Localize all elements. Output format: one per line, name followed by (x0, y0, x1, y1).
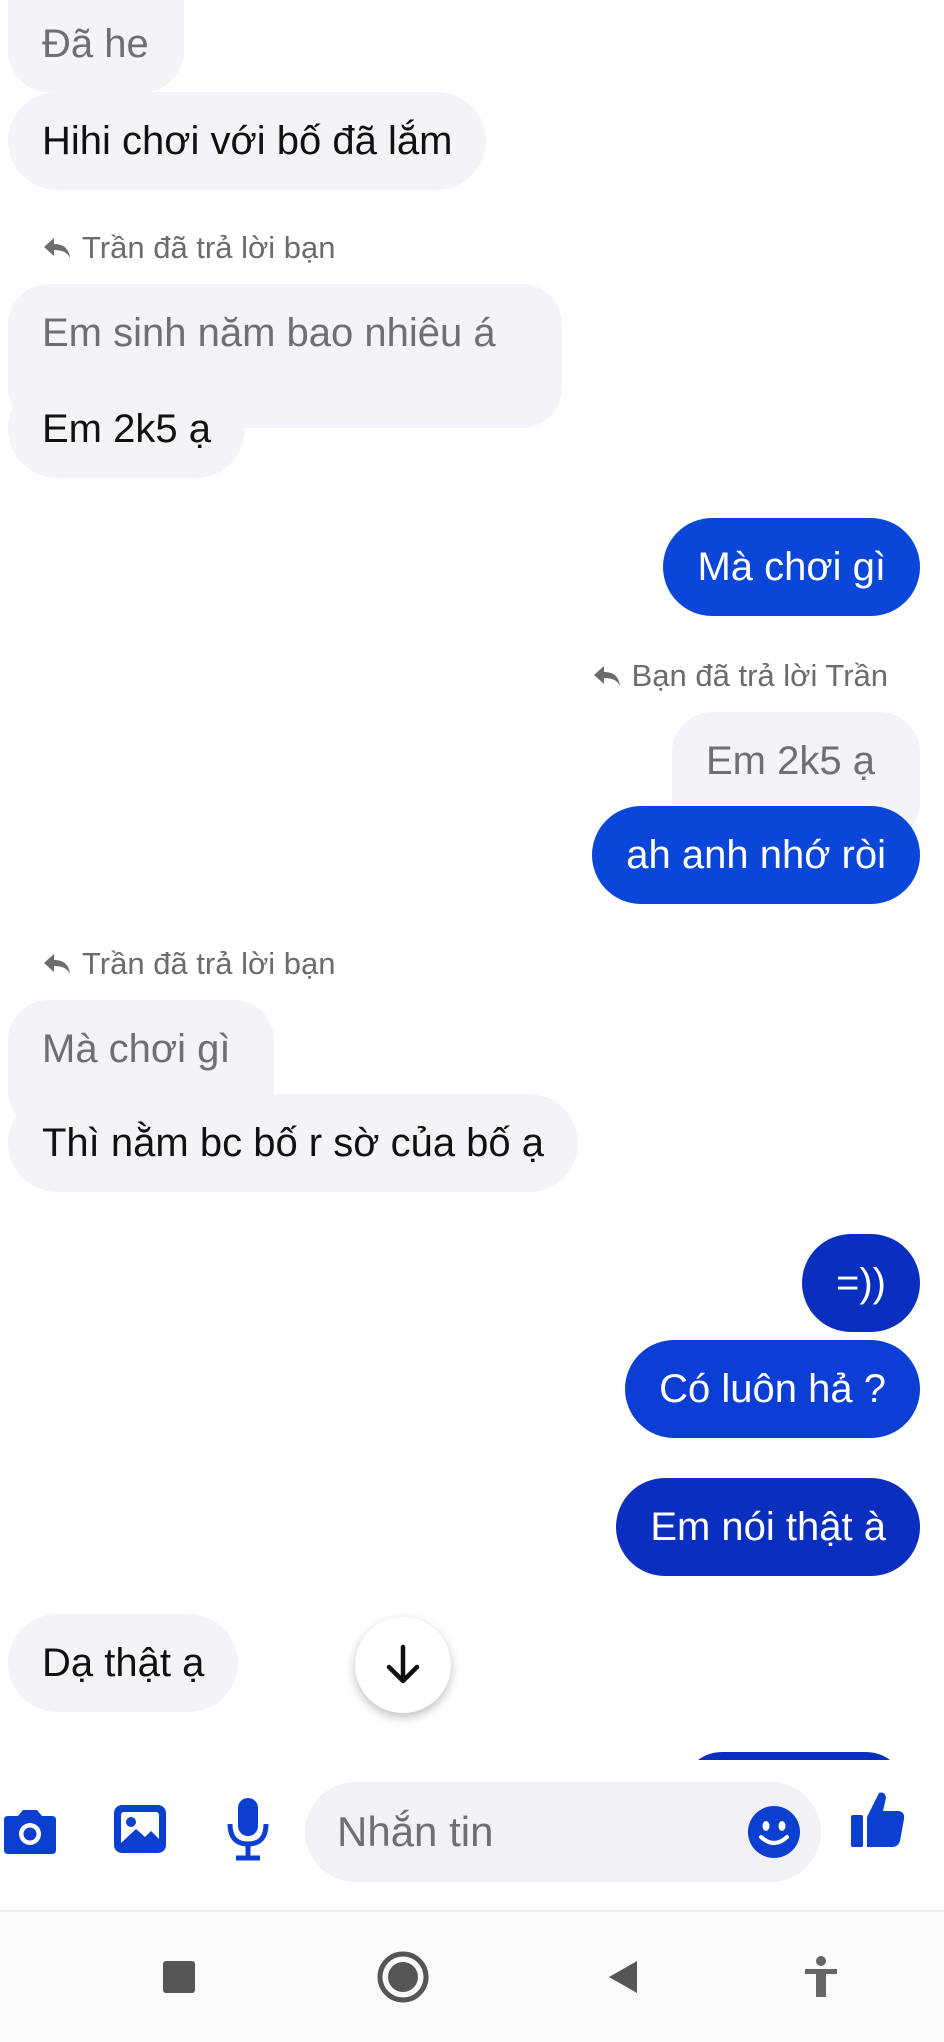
quoted-text: Mà chơi gì (42, 1027, 231, 1071)
message-bubble-outgoing[interactable]: =)) (802, 1234, 920, 1332)
message-input[interactable]: Nhắn tin (305, 1782, 821, 1882)
image-icon (114, 1805, 166, 1853)
message-text: =)) (836, 1261, 886, 1305)
back-button[interactable] (588, 1942, 658, 2012)
back-icon (609, 1961, 637, 1993)
message-bubble-incoming[interactable]: Dạ thật ạ (8, 1614, 239, 1712)
recent-apps-icon (163, 1961, 195, 1993)
thumbs-up-icon (851, 1792, 905, 1847)
message-text: Dạ thật ạ (42, 1641, 205, 1685)
reply-arrow-icon (593, 666, 620, 686)
message-input-placeholder: Nhắn tin (337, 1808, 494, 1855)
emoji-button[interactable] (747, 1805, 801, 1859)
message-text: Có luôn hả ? (659, 1367, 886, 1411)
quoted-text: Em sinh năm bao nhiêu á (42, 311, 496, 355)
reply-arrow-icon (44, 238, 70, 258)
voice-button[interactable] (220, 1790, 276, 1870)
message-bubble-outgoing[interactable]: Có luôn hả ? (625, 1340, 920, 1438)
camera-icon (4, 1810, 56, 1854)
quoted-text: Em 2k5 ạ (706, 739, 875, 783)
message-text: Thì nằm bc bố r sờ của bố ạ (42, 1121, 545, 1165)
home-button[interactable] (368, 1942, 438, 2012)
message-text: Em nói thật à (650, 1505, 886, 1549)
reply-note-text: Trần đã trả lời bạn (82, 946, 336, 981)
gallery-button[interactable] (110, 1796, 170, 1862)
reply-note: Trần đã trả lời bạn (42, 228, 336, 268)
message-composer: Nhắn tin (0, 1760, 944, 1910)
message-bubble-incoming[interactable]: Thì nằm bc bố r sờ của bố ạ (8, 1094, 579, 1192)
message-bubble-outgoing[interactable]: Mà chơi gì (663, 518, 920, 616)
arrow-down-icon (386, 1644, 420, 1684)
message-text: Hihi chơi với bố đã lắm (42, 119, 453, 163)
message-bubble-outgoing[interactable]: ah anh nhớ ròi (592, 806, 920, 904)
message-text: Mà chơi gì (697, 545, 886, 589)
reply-note: Bạn đã trả lời Trần (592, 656, 888, 696)
like-button[interactable] (846, 1784, 910, 1856)
message-text: ah anh nhớ ròi (626, 833, 886, 877)
reply-note-text: Trần đã trả lời bạn (82, 230, 336, 265)
emoji-icon (748, 1806, 800, 1858)
reply-note-text: Bạn đã trả lời Trần (631, 658, 888, 693)
message-bubble-incoming[interactable]: Hihi chơi với bố đã lắm (8, 92, 487, 190)
recent-apps-button[interactable] (144, 1942, 214, 2012)
message-text: Em 2k5 ạ (42, 407, 211, 451)
accessibility-icon (805, 1956, 837, 1997)
scroll-to-bottom-button[interactable] (355, 1617, 451, 1713)
home-icon (377, 1951, 429, 2003)
microphone-icon (227, 1798, 269, 1861)
camera-button[interactable] (0, 1796, 60, 1868)
reply-note: Trần đã trả lời bạn (42, 944, 336, 984)
system-nav-bar (0, 1912, 944, 2042)
message-text: Đã he (42, 22, 149, 66)
message-bubble-outgoing[interactable]: Em nói thật à (616, 1478, 920, 1576)
accessibility-button[interactable] (786, 1942, 856, 2012)
reply-arrow-icon (44, 954, 70, 974)
message-bubble-incoming[interactable]: Đã he (8, 0, 184, 92)
message-bubble-incoming[interactable]: Em 2k5 ạ (8, 380, 245, 478)
